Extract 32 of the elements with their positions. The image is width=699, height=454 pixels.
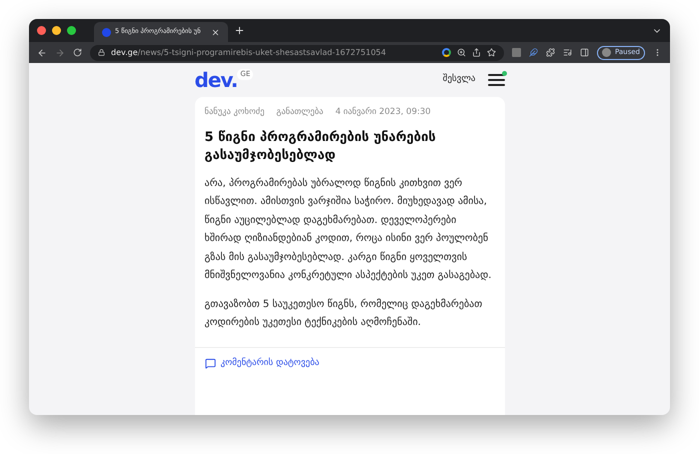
lock-icon: [98, 49, 105, 56]
extensions-icon[interactable]: [546, 48, 555, 57]
author-link[interactable]: ნანუკა კოხოძე: [204, 106, 264, 119]
avatar-icon: [602, 48, 611, 57]
new-tab-icon[interactable]: [234, 25, 245, 36]
close-tab-icon[interactable]: [211, 28, 220, 36]
bookmark-star-icon[interactable]: [486, 48, 496, 57]
forward-icon[interactable]: [55, 48, 65, 58]
login-link[interactable]: შესვლა: [442, 73, 476, 87]
zoom-icon[interactable]: [456, 48, 466, 57]
address-bar[interactable]: dev.ge/news/5-tsigni-programirebis-uket-shesastsavlad-1672751054: [90, 44, 504, 60]
menu-button[interactable]: [488, 74, 504, 86]
article-paragraph: არა, პროგრამირებას უბრალოდ წიგნის კითხვით ვერ ისწავლით. ამისთვის ვარჯიშია საჭირო. მიუხედავად ამისა, წიგნი აუცილებლად დაგეხმარებათ. დეველოპერები ხშირად ღიზიანდებიან კოდით, როცა ისინი ვერ პოულობენ გზას მის გასაუმჯობესებლად. კარგი წიგნი ყოველთვის მნიშვნელოვანია კონკრეტული ასპექტების უკეთ გასაგებად.: [204, 176, 492, 284]
site-logo[interactable]: dev.: [194, 70, 238, 90]
share-icon[interactable]: [472, 48, 481, 57]
side-panel-icon[interactable]: [580, 48, 589, 57]
maximize-window-button[interactable]: [67, 26, 76, 35]
back-icon[interactable]: [37, 48, 47, 58]
comment-icon: [204, 358, 216, 369]
media-icon[interactable]: [562, 48, 572, 57]
article-paragraph: გთავაზობთ 5 საუკეთესო წიგნს, რომელიც დაგეხმარებათ კოდირების უკეთესი ტექნიკების აღმოჩენაში.: [204, 298, 484, 330]
category-link[interactable]: განათლება: [276, 106, 324, 119]
feather-icon[interactable]: [528, 48, 538, 57]
article-date: 4 იანვარი 2023, 09:30: [335, 106, 431, 119]
close-window-button[interactable]: [37, 26, 46, 35]
url-text: dev.ge/news/5-tsigni-programirebis-uket-shesastsavlad-1672751054: [111, 46, 387, 58]
article-title: 5 წიგნი პროგრამირების უნარების გასაუმჯობესებლად: [204, 128, 437, 165]
comment-link[interactable]: კომენტარის დატოვება: [220, 356, 320, 370]
minimize-window-button[interactable]: [52, 26, 61, 35]
extension-icon[interactable]: [512, 48, 521, 57]
favicon-icon: [102, 28, 111, 36]
reload-icon[interactable]: [73, 48, 82, 57]
